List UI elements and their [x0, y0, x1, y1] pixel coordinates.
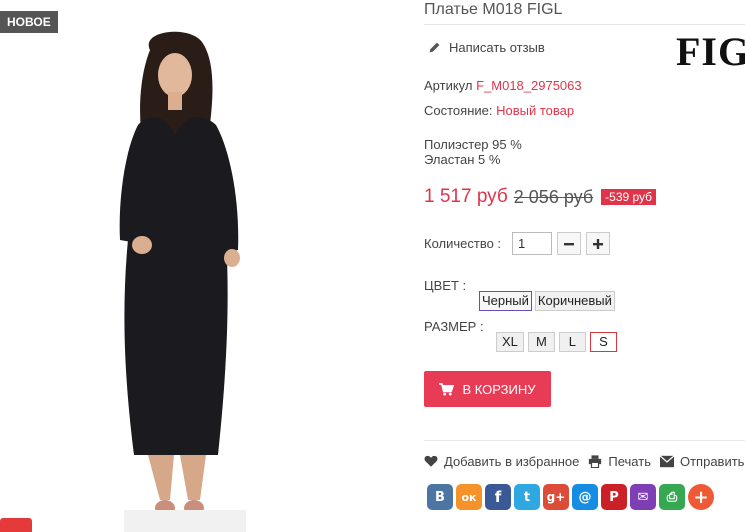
- model-in-dress-image: [119, 31, 240, 516]
- print-link[interactable]: Печать: [588, 454, 651, 469]
- product-info: Платье M018 FIGL FIGL Написать отзыв Арт…: [424, 0, 745, 532]
- divider: [424, 24, 745, 25]
- email-share-icon[interactable]: ✉: [630, 484, 656, 510]
- write-review-label: Написать отзыв: [449, 40, 545, 55]
- color-option-black[interactable]: Черный: [479, 291, 532, 311]
- print-label: Печать: [608, 454, 651, 469]
- color-label: ЦВЕТ :: [424, 278, 467, 293]
- composition-line: Полиэстер 95 %: [424, 137, 522, 152]
- product-actions: Добавить в избранное Печать Отправить д: [424, 454, 745, 469]
- send-to-friend-label: Отправить д: [679, 454, 745, 469]
- add-to-wishlist-label: Добавить в избранное: [444, 454, 580, 469]
- discount-badge: -539 руб: [601, 189, 657, 205]
- product-title: Платье M018 FIGL: [424, 1, 563, 18]
- size-option-l[interactable]: L: [558, 332, 586, 352]
- print-share-icon[interactable]: ⎙: [659, 484, 685, 510]
- quantity-input[interactable]: [512, 232, 553, 255]
- mail-ru-share-icon[interactable]: @: [572, 484, 598, 510]
- vk-share-icon[interactable]: В: [427, 484, 453, 510]
- add-to-cart-button[interactable]: В КОРЗИНУ: [424, 371, 551, 407]
- quantity-decrease-button[interactable]: [557, 232, 582, 255]
- heart-icon: [424, 455, 438, 467]
- cart-icon: [439, 382, 455, 396]
- condition-value: Новый товар: [496, 103, 575, 118]
- new-badge: НОВОЕ: [0, 11, 58, 33]
- price-row: 1 517 руб 2 056 руб -539 руб: [424, 186, 657, 208]
- sku-row: Артикул F_M018_2975063: [424, 78, 582, 93]
- composition-line: Эластан 5 %: [424, 152, 501, 167]
- old-price: 2 056 руб: [513, 186, 594, 207]
- twitter-share-icon[interactable]: t: [514, 484, 540, 510]
- write-review-link[interactable]: Написать отзыв: [428, 40, 545, 55]
- odnoklassniki-share-icon[interactable]: ок: [456, 484, 482, 510]
- pinterest-share-icon[interactable]: P: [601, 484, 627, 510]
- condition-label: Состояние:: [424, 103, 493, 118]
- sku-value: F_M018_2975063: [476, 78, 582, 93]
- product-photo[interactable]: НОВОЕ: [0, 0, 373, 532]
- divider: [424, 440, 745, 441]
- color-option-brown[interactable]: Коричневый: [534, 291, 615, 311]
- more-share-icon[interactable]: +: [688, 484, 714, 510]
- add-to-cart-label: В КОРЗИНУ: [462, 381, 536, 397]
- size-option-xl[interactable]: XL: [496, 332, 524, 352]
- color-options: Черный Коричневый: [479, 291, 615, 311]
- size-label: РАЗМЕР :: [424, 319, 484, 334]
- corner-tab[interactable]: [0, 518, 32, 532]
- size-options: XL M L S: [496, 332, 617, 352]
- pencil-icon: [429, 42, 440, 53]
- envelope-icon: [659, 455, 674, 468]
- quantity-label: Количество :: [424, 236, 502, 251]
- size-option-s[interactable]: S: [589, 332, 617, 352]
- google-plus-share-icon[interactable]: g+: [543, 484, 569, 510]
- add-to-wishlist-link[interactable]: Добавить в избранное: [424, 454, 579, 469]
- thumbnail-strip[interactable]: [124, 510, 246, 532]
- minus-icon: [564, 242, 575, 245]
- quantity-row: Количество :: [424, 232, 611, 255]
- brand-logo[interactable]: FIGL: [676, 28, 745, 75]
- sku-label: Артикул: [424, 78, 473, 93]
- size-option-m[interactable]: M: [527, 332, 555, 352]
- facebook-share-icon[interactable]: f: [485, 484, 511, 510]
- printer-icon: [589, 455, 602, 468]
- quantity-increase-button[interactable]: [586, 232, 611, 255]
- current-price: 1 517 руб: [424, 186, 508, 207]
- send-to-friend-link[interactable]: Отправить д: [659, 454, 745, 469]
- plus-icon: [593, 238, 604, 249]
- share-buttons: В ок f t g+ @ P ✉ ⎙ +: [427, 484, 714, 510]
- condition-row: Состояние: Новый товар: [424, 103, 574, 118]
